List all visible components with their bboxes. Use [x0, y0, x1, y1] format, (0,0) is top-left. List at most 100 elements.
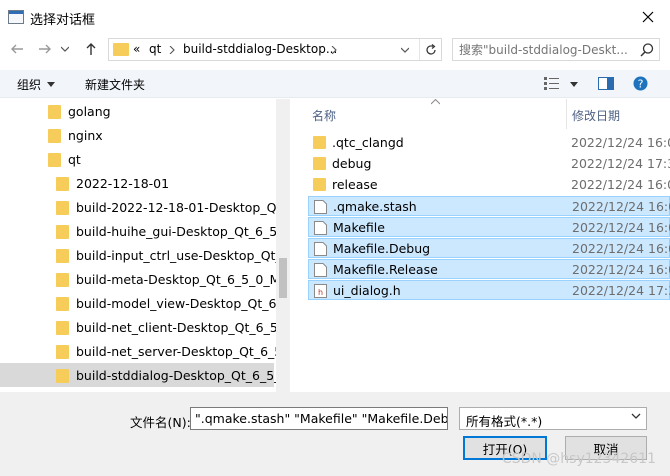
file-modified-date: 2022/12/24 16:0 — [572, 262, 670, 277]
chevron-right-icon[interactable] — [169, 46, 175, 54]
close-button[interactable] — [626, 0, 670, 34]
folder-icon — [56, 177, 69, 191]
window-title: 选择对话框 — [30, 13, 96, 28]
window-icon — [8, 10, 24, 24]
file-icon — [314, 200, 327, 214]
file-name: .qtc_clangd — [332, 135, 404, 150]
chevron-right-icon[interactable] — [331, 46, 337, 54]
dialog-footer: 文件名(N): ".qmake.stash" "Makefile" "Makef… — [0, 396, 670, 476]
tree-item[interactable]: build-huihe_gui-Desktop_Qt_6_5_0... — [0, 219, 290, 243]
up-button[interactable] — [80, 38, 102, 60]
svg-text:?: ? — [638, 78, 644, 91]
file-row[interactable]: h ui_dialog.h 2022/12/24 17:3 — [308, 280, 670, 300]
tree-item-label: nginx — [68, 128, 103, 143]
caret-down-icon[interactable] — [47, 82, 55, 87]
file-name: release — [332, 177, 378, 192]
file-row[interactable]: debug 2022/12/24 17:3 — [308, 154, 670, 174]
address-segment-current[interactable]: build-stddialog-Desktop... — [183, 42, 337, 56]
file-row[interactable]: .qtc_clangd 2022/12/24 16:0 — [308, 133, 670, 153]
search-box[interactable] — [452, 38, 660, 61]
file-icon — [314, 263, 327, 277]
preview-pane-icon[interactable] — [598, 77, 614, 90]
file-row[interactable]: Makefile 2022/12/24 16:0 — [308, 217, 670, 237]
tree-item[interactable]: qt — [0, 147, 274, 171]
folder-icon — [56, 345, 69, 359]
address-bar[interactable]: « qt build-stddialog-Desktop... — [108, 38, 442, 61]
close-icon — [642, 11, 654, 23]
tree-scrollbar[interactable] — [276, 99, 290, 392]
caret-down-icon[interactable] — [570, 82, 578, 87]
navigation-tree[interactable]: golang nginx qt 2022-12-18-01 build-2022-12-… — [0, 99, 290, 392]
tree-item-label: build-2022-12-18-01-Desktop_Qt_... — [76, 200, 290, 215]
folder-icon — [56, 321, 69, 335]
file-name: Makefile.Release — [333, 262, 438, 277]
address-segment[interactable]: qt — [149, 42, 161, 56]
tree-item[interactable]: build-2022-12-18-01-Desktop_Qt_... — [0, 195, 290, 219]
file-list[interactable]: 名称 修改日期 .qtc_clangd 2022/12/24 16:0 debug 2… — [298, 99, 670, 392]
command-bar: 组织 新建文件夹 ? — [0, 70, 670, 98]
file-row[interactable]: .qmake.stash 2022/12/24 16:0 — [308, 196, 670, 216]
tree-item[interactable]: build-model_view-Desktop_Qt_6_5... — [0, 291, 290, 315]
column-header-name[interactable]: 名称 — [312, 107, 336, 124]
folder-icon — [48, 105, 61, 119]
file-type-value: 所有格式(*.*) — [466, 414, 543, 429]
refresh-button[interactable] — [419, 39, 441, 60]
column-header-date[interactable]: 修改日期 — [572, 107, 620, 124]
tree-item[interactable]: build-input_ctrl_use-Desktop_Qt_6... — [0, 243, 290, 267]
forward-button[interactable] — [34, 38, 56, 60]
file-name: Makefile — [333, 220, 385, 235]
tree-item-label: build-stddialog-Desktop_Qt_6_5_0... — [76, 368, 290, 383]
address-overflow[interactable]: « — [133, 42, 140, 56]
recent-locations-button[interactable] — [58, 38, 72, 60]
refresh-icon — [425, 43, 436, 55]
file-row[interactable]: Makefile.Debug 2022/12/24 16:0 — [308, 238, 670, 258]
tree-item[interactable]: build-net_client-Desktop_Qt_6_5_0... — [0, 315, 290, 339]
folder-icon — [313, 178, 326, 191]
tree-item-label: golang — [68, 104, 111, 119]
file-modified-date: 2022/12/24 16:0 — [571, 177, 670, 192]
file-modified-date: 2022/12/24 16:0 — [572, 220, 670, 235]
file-type-select[interactable]: 所有格式(*.*) — [459, 407, 647, 430]
file-modified-date: 2022/12/24 17:3 — [572, 283, 670, 298]
file-icon — [314, 242, 327, 256]
tree-item-label: build-meta-Desktop_Qt_6_5_0_Mir... — [76, 272, 290, 287]
back-button[interactable] — [6, 38, 28, 60]
help-icon[interactable]: ? — [633, 76, 648, 91]
svg-text:h: h — [318, 288, 323, 297]
folder-icon — [56, 201, 69, 215]
file-icon — [314, 221, 327, 235]
folder-icon — [313, 136, 326, 149]
folder-icon — [48, 129, 61, 143]
tree-item-label: build-net_server-Desktop_Qt_6_5_(... — [76, 344, 290, 359]
view-options-icon[interactable] — [544, 77, 560, 90]
tree-item[interactable]: build-net_server-Desktop_Qt_6_5_(... — [0, 339, 290, 363]
tree-item[interactable]: build-stddialog-Desktop_Qt_6_5_0... — [0, 363, 290, 387]
file-modified-date: 2022/12/24 16:0 — [571, 135, 670, 150]
new-folder-button[interactable]: 新建文件夹 — [85, 76, 145, 93]
file-modified-date: 2022/12/24 16:0 — [572, 241, 670, 256]
chevron-down-icon — [400, 47, 410, 53]
search-icon[interactable] — [639, 42, 655, 58]
tree-item-label: 2022-12-18-01 — [76, 176, 170, 191]
tree-item-label: build-net_client-Desktop_Qt_6_5_0... — [76, 320, 290, 335]
file-row[interactable]: release 2022/12/24 16:0 — [308, 175, 670, 195]
arrow-up-icon — [86, 43, 96, 55]
folder-icon — [56, 273, 69, 287]
tree-item[interactable]: golang — [0, 99, 274, 123]
address-history-button[interactable] — [400, 42, 410, 56]
file-row[interactable]: Makefile.Release 2022/12/24 16:0 — [308, 259, 670, 279]
organize-menu[interactable]: 组织 — [17, 76, 41, 93]
folder-icon — [113, 43, 129, 56]
tree-item[interactable]: build-meta-Desktop_Qt_6_5_0_Mir... — [0, 267, 290, 291]
search-input[interactable] — [453, 39, 633, 60]
tree-item[interactable]: 2022-12-18-01 — [0, 171, 274, 195]
filename-input[interactable]: ".qmake.stash" "Makefile" "Makefile.Deb — [190, 407, 448, 430]
folder-icon — [56, 369, 69, 383]
file-name: debug — [332, 156, 372, 171]
title-bar: 选择对话框 — [0, 0, 670, 34]
scrollbar-thumb[interactable] — [279, 258, 287, 298]
sort-ascending-icon — [431, 99, 440, 105]
tree-item[interactable]: nginx — [0, 123, 274, 147]
column-divider[interactable] — [566, 99, 567, 129]
file-name: .qmake.stash — [333, 199, 417, 214]
